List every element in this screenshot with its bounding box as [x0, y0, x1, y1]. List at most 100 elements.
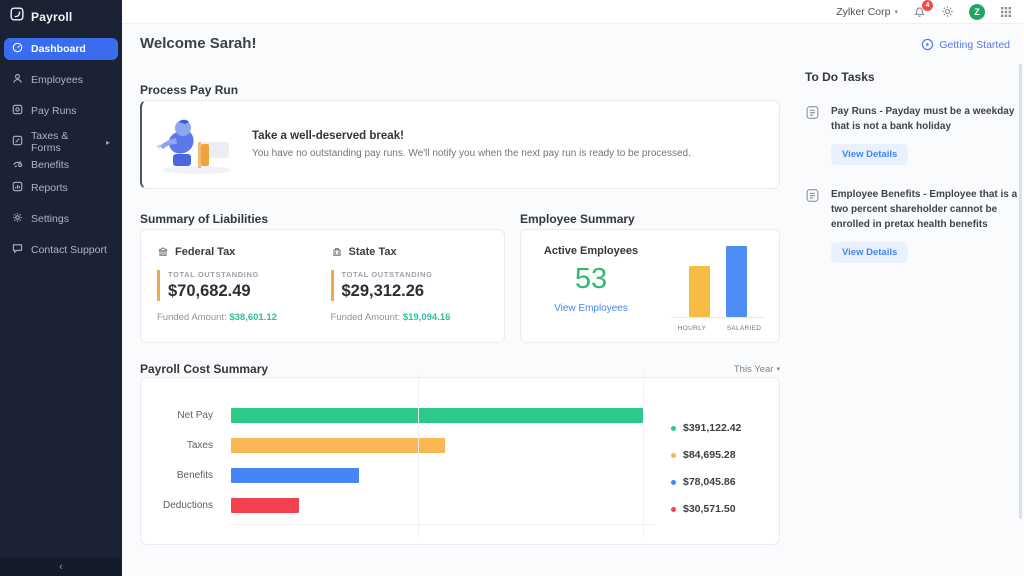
sidebar-item-taxes-forms[interactable]: Taxes & Forms ▸	[4, 130, 118, 154]
person-icon	[12, 73, 23, 87]
break-subtitle: You have no outstanding pay runs. We'll …	[252, 148, 691, 159]
chat-bubble-icon	[12, 243, 23, 257]
view-details-button[interactable]: View Details	[831, 242, 909, 263]
process-pay-run-message: Take a well-deserved break! You have no …	[252, 130, 691, 159]
welcome-heading: Welcome Sarah!	[140, 35, 257, 52]
legend-item: $391,122.42	[671, 422, 741, 434]
payroll-cost-header: Payroll Cost Summary This Year ▾	[140, 362, 780, 376]
sidebar-collapse-button[interactable]: ‹	[0, 558, 122, 576]
legend-dot	[671, 425, 676, 431]
sidebar-item-label: Reports	[31, 182, 68, 194]
liabilities-card: Federal Tax TOTAL OUTSTANDING $70,682.49…	[140, 229, 505, 343]
bar-category-label: Net Pay	[177, 410, 213, 421]
federal-funded: Funded Amount: $38,601.12	[157, 312, 331, 323]
employee-summary-card: Active Employees 53 View Employees HOURL…	[520, 229, 780, 343]
sidebar-item-label: Taxes & Forms	[31, 130, 69, 154]
vertical-scrollbar[interactable]	[1019, 64, 1022, 519]
app-logo[interactable]: Payroll	[0, 0, 122, 32]
view-details-button[interactable]: View Details	[831, 144, 909, 165]
view-employees-link[interactable]: View Employees	[554, 303, 628, 314]
sidebar: Payroll Dashboard Employees Pay Runs Tax…	[0, 0, 122, 576]
sidebar-item-dashboard[interactable]: Dashboard	[4, 38, 118, 60]
getting-started-link[interactable]: Getting Started	[921, 38, 1010, 51]
todo-panel: To Do Tasks Pay Runs - Payday must be a …	[805, 70, 1020, 285]
government-building-icon	[332, 248, 341, 256]
period-filter-label: This Year	[733, 363, 774, 375]
todo-title: To Do Tasks	[805, 70, 875, 84]
hourly-bar[interactable]	[689, 265, 710, 317]
payroll-cost-title: Payroll Cost Summary	[140, 362, 269, 376]
funded-label: Funded Amount:	[157, 312, 227, 323]
payroll-cost-card: Net Pay Taxes Benefits Deductions $391,1…	[140, 372, 780, 545]
legend-value: $30,571.50	[683, 503, 736, 515]
gear-icon	[942, 6, 953, 17]
topbar: Zylker Corp ▾ 4 Z	[122, 0, 1024, 24]
active-employees-count: 53	[574, 263, 608, 295]
legend-item: $84,695.28	[671, 449, 741, 461]
salaried-bar[interactable]	[726, 246, 747, 317]
process-pay-run-title: Process Pay Run	[140, 83, 239, 97]
sidebar-item-label: Pay Runs	[31, 105, 77, 117]
funded-amount: $38,601.12	[229, 312, 277, 323]
payroll-logo-icon	[10, 7, 24, 26]
main-area: Zylker Corp ▾ 4 Z Welcome Sarah! Getting…	[122, 0, 1024, 576]
legend-value: $84,695.28	[683, 449, 736, 461]
gridline	[643, 372, 644, 538]
sidebar-item-label: Benefits	[31, 159, 69, 171]
deductions-bar[interactable]	[231, 498, 299, 513]
sidebar-item-contact-support[interactable]: Contact Support	[4, 239, 118, 261]
hourly-label: HOURLY	[677, 325, 707, 332]
process-pay-run-card: Take a well-deserved break! You have no …	[140, 100, 780, 189]
benefits-bar[interactable]	[231, 468, 359, 483]
funded-amount: $19,094.16	[402, 312, 451, 323]
chevron-down-icon: ▾	[894, 8, 898, 16]
notifications-button[interactable]: 4	[913, 0, 933, 18]
legend-item: $30,571.50	[671, 503, 741, 515]
gear-icon	[12, 212, 23, 226]
net-pay-bar[interactable]	[231, 408, 643, 423]
state-funded: Funded Amount: $19,094.16	[331, 312, 505, 323]
taxes-bar[interactable]	[231, 438, 446, 453]
bar-category-label: Taxes	[186, 440, 213, 451]
todo-text: Pay Runs - Payday must be a weekday that…	[831, 106, 1015, 132]
gridline	[418, 372, 419, 538]
active-employees-block: Active Employees 53 View Employees	[521, 230, 661, 342]
sidebar-item-reports[interactable]: Reports	[4, 177, 118, 199]
chart-legend: $391,122.42 $84,695.28 $78,045.86 $30,57…	[671, 422, 741, 530]
pay-runs-icon	[12, 104, 23, 118]
sidebar-item-employees[interactable]: Employees	[4, 69, 118, 91]
taxes-forms-icon	[12, 135, 23, 149]
x-axis-line	[231, 524, 655, 525]
settings-button[interactable]	[941, 5, 954, 18]
funded-label: Funded Amount:	[330, 312, 401, 323]
org-selector[interactable]: Zylker Corp ▾	[836, 6, 898, 18]
sidebar-item-settings[interactable]: Settings	[4, 208, 118, 230]
federal-tax-block: Federal Tax TOTAL OUTSTANDING $70,682.49…	[157, 246, 331, 342]
todo-item-pay-runs: Pay Runs - Payday must be a weekday that…	[805, 104, 1020, 165]
user-avatar[interactable]: Z	[969, 3, 985, 20]
org-name: Zylker Corp	[836, 5, 891, 18]
benefits-icon	[12, 158, 23, 172]
document-icon	[805, 104, 821, 165]
sidebar-item-label: Employees	[31, 74, 83, 86]
apps-grid-button[interactable]	[1000, 6, 1012, 18]
sidebar-nav: Dashboard Employees Pay Runs Taxes & For…	[0, 32, 122, 261]
dashboard-icon	[12, 42, 23, 56]
document-icon	[805, 187, 821, 263]
sidebar-item-benefits[interactable]: Benefits	[4, 154, 118, 176]
chevron-right-icon: ▸	[105, 137, 110, 147]
todo-item-employee-benefits: Employee Benefits - Employee that is a t…	[805, 187, 1020, 263]
todo-text: Employee Benefits - Employee that is a t…	[831, 189, 1018, 230]
sidebar-item-pay-runs[interactable]: Pay Runs	[4, 100, 118, 122]
bar-category-label: Benefits	[176, 470, 213, 481]
state-tax-block: State Tax TOTAL OUTSTANDING $29,312.26 F…	[330, 246, 505, 342]
employee-summary-title: Employee Summary	[520, 212, 635, 226]
employee-type-chart: HOURLY SALARIED	[661, 230, 779, 342]
liability-name: State Tax	[348, 246, 397, 258]
bar-category-label: Deductions	[162, 500, 213, 511]
legend-value: $78,045.86	[683, 476, 736, 488]
chevron-down-icon: ▾	[776, 366, 780, 373]
outstanding-amount: $70,682.49	[168, 282, 251, 300]
break-title: Take a well-deserved break!	[252, 130, 404, 142]
period-filter-dropdown[interactable]: This Year ▾	[734, 364, 780, 375]
